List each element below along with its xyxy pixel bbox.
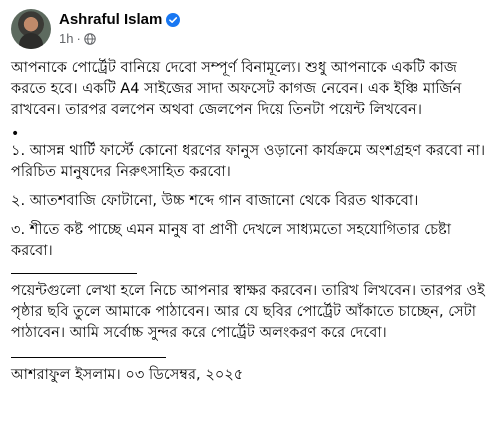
author-row: Ashraful Islam [59, 11, 181, 29]
point-two: ২. আতশবাজি ফোটানো, উচ্চ শব্দে গান বাজানো… [11, 192, 419, 209]
post-body: আপনাকে পোর্ট্রেট বানিয়ে দেবো সম্পূর্ণ ব… [11, 57, 487, 385]
post-time[interactable]: 1h [59, 31, 73, 47]
author-name[interactable]: Ashraful Islam [59, 11, 162, 29]
post-subline: 1h · [59, 31, 180, 47]
meta-separator: · [76, 31, 81, 46]
point-three: ৩. শীতে কষ্ট পাচ্ছে এমন মানুষ বা প্রাণী … [11, 221, 451, 259]
instructions-paragraph: পয়েন্টগুলো লেখা হলে নিচে আপনার স্বাক্ষর… [11, 282, 485, 341]
author-avatar[interactable] [11, 9, 51, 49]
point-one: ১. আসন্ন থার্টি ফার্স্টে কোনো ধরণের ফানু… [11, 142, 486, 180]
post-header: Ashraful Islam 1h · [11, 8, 181, 50]
globe-icon[interactable] [84, 33, 96, 45]
facebook-post: Ashraful Islam 1h · আপনাকে পোর্ট্রেট বান… [0, 0, 495, 421]
signature-text: আশরাফুল ইসলাম। ০৩ ডিসেম্বর, ২০২৫ [11, 366, 244, 383]
bullet-marker: • [11, 126, 20, 142]
verified-badge-icon [166, 13, 181, 27]
intro-paragraph: আপনাকে পোর্ট্রেট বানিয়ে দেবো সম্পূর্ণ ব… [11, 59, 462, 118]
author-meta: Ashraful Islam 1h · [59, 11, 181, 47]
